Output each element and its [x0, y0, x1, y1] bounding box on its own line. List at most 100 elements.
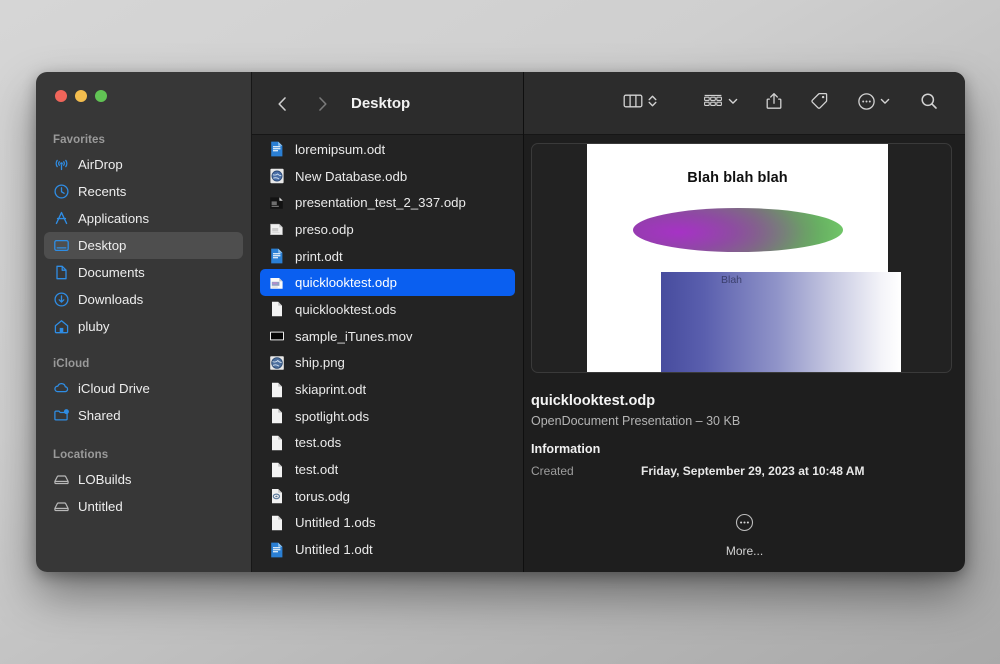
list-item[interactable]: test.odt — [260, 456, 515, 483]
sidebar-section-locations-title: Locations — [53, 449, 109, 461]
blank-document-icon — [268, 300, 286, 318]
sidebar-item-label: Shared — [78, 408, 121, 423]
airdrop-icon — [53, 156, 70, 173]
list-item[interactable]: ship.png — [260, 350, 515, 377]
blank-document-icon — [268, 514, 286, 532]
cloud-icon — [53, 380, 70, 397]
list-item[interactable]: sample_iTunes.mov — [260, 323, 515, 350]
list-item[interactable]: quicklooktest.ods — [260, 296, 515, 323]
sidebar-item-label: AirDrop — [78, 157, 123, 172]
file-name: Untitled 1.odt — [295, 542, 373, 558]
list-item[interactable]: presentation_test_2_337.odp — [260, 189, 515, 216]
sidebar-item-recents[interactable]: Recents — [44, 178, 243, 205]
chevron-down-icon — [727, 92, 739, 115]
list-item[interactable]: torus.odg — [260, 483, 515, 510]
list-item[interactable]: test.ods — [260, 430, 515, 457]
file-name: skiaprint.odt — [295, 382, 367, 398]
slide-ellipse-shape — [633, 208, 843, 252]
list-item[interactable]: loremipsum.odt — [260, 136, 515, 163]
minimize-button[interactable] — [75, 90, 87, 102]
sidebar-section-favorites-title: Favorites — [53, 134, 106, 146]
file-name: test.odt — [295, 462, 339, 478]
file-list[interactable]: loremipsum.odt New Database.odb presenta… — [252, 135, 523, 572]
file-name: preso.odp — [295, 221, 354, 237]
odt-writer-icon — [268, 541, 286, 559]
ellipsis-circle-icon — [857, 92, 876, 116]
preview-info-key: Created — [531, 464, 574, 478]
more-button[interactable]: More... — [524, 513, 965, 558]
odp-impress-icon — [268, 274, 286, 292]
file-name: Untitled 1.ods — [295, 515, 376, 531]
desktop-icon — [53, 237, 70, 254]
home-icon — [53, 318, 70, 335]
ellipsis-circle-icon — [735, 513, 754, 537]
file-name: sample_iTunes.mov — [295, 328, 413, 344]
sidebar-item-applications[interactable]: Applications — [44, 205, 243, 232]
maximize-button[interactable] — [95, 90, 107, 102]
sidebar-item-label: Desktop — [78, 238, 127, 253]
sidebar-item-desktop[interactable]: Desktop — [44, 232, 243, 259]
list-item[interactable]: skiaprint.odt — [260, 376, 515, 403]
share-icon — [765, 91, 783, 116]
sidebar-item-label: pluby — [78, 319, 110, 334]
list-item-selected[interactable]: quicklooktest.odp — [260, 269, 515, 297]
file-name: ship.png — [295, 355, 345, 371]
file-name: print.odt — [295, 248, 343, 264]
blank-document-icon — [268, 434, 286, 452]
drive-icon — [53, 498, 70, 515]
movie-icon — [268, 327, 286, 345]
file-name: quicklooktest.odp — [295, 275, 397, 291]
more-actions-button[interactable] — [857, 91, 891, 117]
search-icon — [919, 91, 939, 116]
list-item[interactable]: spotlight.ods — [260, 403, 515, 430]
close-button[interactable] — [55, 90, 67, 102]
list-item[interactable]: Untitled 1.odt — [260, 536, 515, 563]
file-name: torus.odg — [295, 488, 350, 504]
sidebar-item-shared[interactable]: Shared — [44, 402, 243, 429]
chevron-updown-icon — [647, 92, 658, 115]
file-list-column: loremipsum.odt New Database.odb presenta… — [251, 72, 523, 572]
column-view-icon — [622, 92, 644, 115]
slide-title: Blah blah blah — [687, 170, 788, 186]
sidebar-item-lobuilds[interactable]: LOBuilds — [44, 466, 243, 493]
more-label: More... — [725, 544, 764, 558]
group-by-button[interactable] — [702, 91, 739, 117]
sidebar-item-untitled[interactable]: Untitled — [44, 493, 243, 520]
tag-button[interactable] — [809, 91, 829, 117]
sidebar-item-label: Applications — [78, 211, 150, 226]
sidebar-item-icloud-drive[interactable]: iCloud Drive — [44, 375, 243, 402]
sidebar-item-airdrop[interactable]: AirDrop — [44, 151, 243, 178]
preview-info: quicklooktest.odp OpenDocument Presentat… — [524, 373, 965, 478]
search-button[interactable] — [919, 91, 939, 117]
slide-rectangle-shape: Blah — [661, 272, 901, 372]
forward-button[interactable] — [309, 91, 335, 117]
sidebar: Favorites AirDrop Recents Applications D… — [36, 72, 251, 572]
file-name: New Database.odb — [295, 168, 408, 184]
sidebar-item-documents[interactable]: Documents — [44, 259, 243, 286]
list-item[interactable]: Untitled 1.ods — [260, 510, 515, 537]
back-button[interactable] — [269, 91, 295, 117]
sidebar-item-downloads[interactable]: Downloads — [44, 286, 243, 313]
file-name: test.ods — [295, 435, 342, 451]
file-name: spotlight.ods — [295, 408, 370, 424]
share-button[interactable] — [765, 91, 783, 117]
document-icon — [53, 264, 70, 281]
preview-pane: Blah blah blah Blah quicklooktest.odp Op… — [523, 72, 965, 572]
group-by-icon — [702, 92, 724, 115]
preview-information-heading: Information — [531, 442, 601, 456]
sidebar-item-label: LOBuilds — [78, 472, 132, 487]
tag-icon — [809, 91, 829, 116]
page-title: Desktop — [351, 95, 411, 112]
chevron-down-icon — [879, 92, 891, 115]
odb-database-icon — [268, 167, 286, 185]
sidebar-item-label: Documents — [78, 265, 145, 280]
view-mode-button[interactable] — [622, 91, 658, 117]
list-item[interactable]: print.odt — [260, 243, 515, 270]
preview-thumbnail: Blah blah blah Blah — [531, 143, 952, 373]
list-item[interactable]: New Database.odb — [260, 163, 515, 190]
sidebar-item-pluby[interactable]: pluby — [44, 313, 243, 340]
slide-shape-label: Blah — [721, 274, 743, 286]
sidebar-section-icloud-title: iCloud — [53, 358, 90, 370]
list-item[interactable]: preso.odp — [260, 216, 515, 243]
traffic-light-controls — [36, 72, 251, 118]
